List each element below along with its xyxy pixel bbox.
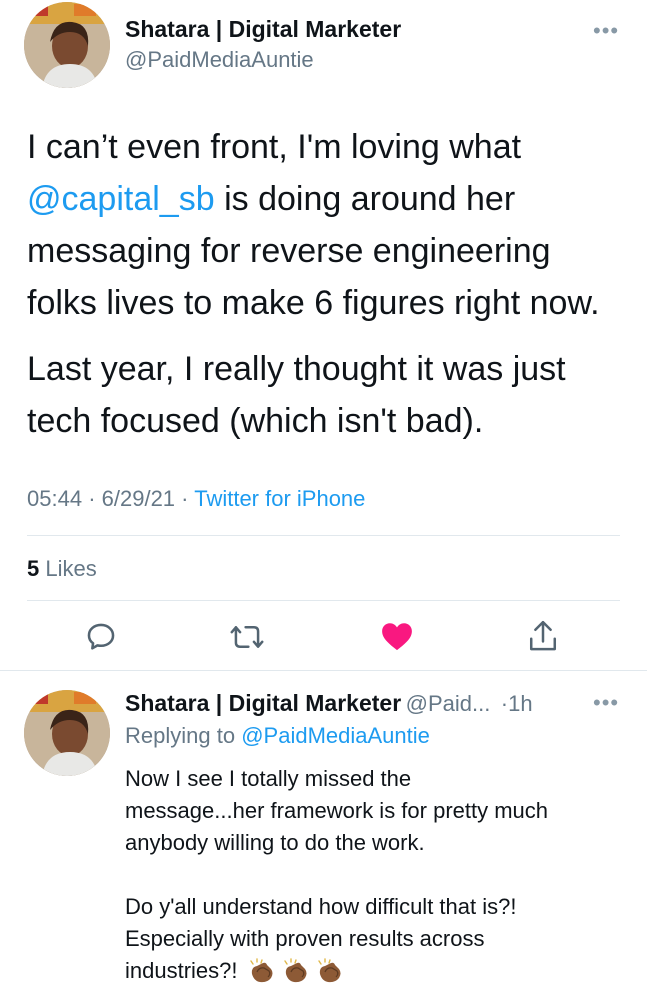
avatar-image xyxy=(24,690,110,776)
retweet-icon xyxy=(230,626,264,648)
meta-separator: · xyxy=(500,691,509,716)
tweet-meta: 05:44 · 6/29/21 · Twitter for iPhone xyxy=(27,486,365,512)
likes-count: 5 xyxy=(27,556,40,581)
reply-text-line: Do y'all understand how difficult that i… xyxy=(125,894,517,919)
reply-text-line: Now I see I totally missed the xyxy=(125,766,412,791)
tweet-text-line: messaging for reverse engineering xyxy=(27,232,551,270)
heart-icon xyxy=(382,623,412,651)
replying-to: Replying to @PaidMediaAuntie xyxy=(125,723,430,749)
clapping-hands-emoji-icon xyxy=(317,958,341,983)
divider xyxy=(27,535,620,536)
reply-author-name[interactable]: Shatara | Digital Marketer xyxy=(125,690,401,716)
tweet-date: 6/29/21 xyxy=(101,486,176,511)
reply-author-avatar[interactable] xyxy=(24,690,110,776)
tweet-text-fragment: is doing around her xyxy=(214,180,516,218)
author-handle[interactable]: @PaidMediaAuntie xyxy=(125,47,314,73)
tweet-text-line: Last year, I really thought it was just xyxy=(27,350,566,388)
tweet-text-line: folks lives to make 6 figures right now. xyxy=(27,284,600,322)
replying-to-label: Replying to xyxy=(125,723,236,748)
replying-to-handle[interactable]: @PaidMediaAuntie xyxy=(241,723,430,748)
likes-label: Likes xyxy=(45,556,97,581)
tweet-source-link[interactable]: Twitter for iPhone xyxy=(194,486,365,511)
reply-button[interactable] xyxy=(84,620,118,654)
clapping-hands-emoji-icon xyxy=(283,958,307,983)
reply-header: Shatara | Digital Marketer @Paid... ·1h xyxy=(125,690,533,717)
tweet-text-line: I can’t even front, I'm loving what xyxy=(27,128,522,166)
divider xyxy=(27,600,620,601)
tweet-text: I can’t even front, I'm loving what @cap… xyxy=(27,121,627,447)
reply-text-line: message...her framework is for pretty mu… xyxy=(125,798,549,823)
more-options-icon[interactable]: ••• xyxy=(593,18,619,44)
mention-link[interactable]: @capital_sb xyxy=(27,180,215,218)
reply-author-handle[interactable]: @Paid... xyxy=(406,691,491,716)
author-name[interactable]: Shatara | Digital Marketer xyxy=(125,16,401,43)
like-button[interactable] xyxy=(380,620,414,652)
author-avatar[interactable] xyxy=(24,2,110,88)
divider xyxy=(0,670,647,671)
clapping-hands-emoji-icon xyxy=(249,958,273,983)
reply-text-line: industries?! xyxy=(125,955,635,987)
tweet-time: 05:44 xyxy=(27,486,83,511)
tweet-text-line: tech focused (which isn't bad). xyxy=(27,402,484,440)
meta-separator: · xyxy=(181,486,189,511)
tweet-text-line: @capital_sb is doing around her xyxy=(27,173,627,225)
reply-more-options-icon[interactable]: ••• xyxy=(593,690,619,716)
reply-text-fragment: industries?! xyxy=(125,958,238,983)
likes-summary[interactable]: 5 Likes xyxy=(27,556,97,582)
share-icon xyxy=(529,620,557,651)
reply-text-line: anybody willing to do the work. xyxy=(125,830,425,855)
avatar-image xyxy=(24,2,110,88)
share-button[interactable] xyxy=(526,618,560,654)
reply-text-line: Especially with proven results across xyxy=(125,926,485,951)
retweet-button[interactable] xyxy=(229,620,265,654)
reply-age[interactable]: 1h xyxy=(508,691,532,716)
reply-text: Now I see I totally missed the message..… xyxy=(125,763,635,987)
comment-bubble-icon xyxy=(87,623,115,650)
meta-separator: · xyxy=(88,486,96,511)
